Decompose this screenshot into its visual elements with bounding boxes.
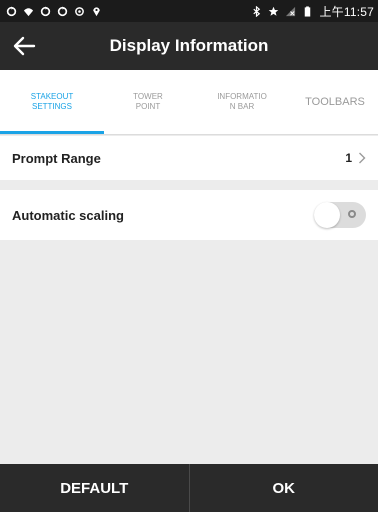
wifi-icon <box>23 7 34 16</box>
battery-icon <box>305 5 311 17</box>
default-button[interactable]: DEFAULT <box>0 464 189 512</box>
prompt-range-row[interactable]: Prompt Range 1 <box>0 136 378 180</box>
status-left-icons <box>6 5 102 17</box>
sync-icon <box>57 5 68 16</box>
prompt-range-value: 1 <box>345 151 352 165</box>
sync-icon <box>40 5 51 16</box>
sync-icon <box>6 5 17 16</box>
status-clock: 上午11:57 <box>319 4 374 19</box>
active-tab-indicator <box>0 131 104 134</box>
tab-label: TOWER POINT <box>133 92 163 111</box>
automatic-scaling-label: Automatic scaling <box>12 207 124 223</box>
tab-bar: STAKEOUT SETTINGS TOWER POINT INFORMATIO… <box>0 70 378 135</box>
tab-stakeout-settings[interactable]: STAKEOUT SETTINGS <box>0 70 104 134</box>
status-right-icons: 上午11:57 <box>251 3 374 20</box>
tab-information-bar[interactable]: INFORMATIO N BAR <box>192 70 292 134</box>
ok-button[interactable]: OK <box>190 464 378 512</box>
signal-off-icon <box>286 6 296 16</box>
star-icon <box>269 6 279 16</box>
chevron-right-icon <box>359 152 366 164</box>
prompt-range-label: Prompt Range <box>12 150 101 166</box>
app-bar: Display Information <box>0 22 378 70</box>
toggle-knob <box>314 202 340 228</box>
toggle-off-icon <box>348 210 356 218</box>
status-bar: 上午11:57 <box>0 0 378 22</box>
tab-label: STAKEOUT SETTINGS <box>30 92 74 111</box>
automatic-scaling-row: Automatic scaling <box>0 190 378 240</box>
arrow-left-icon[interactable] <box>8 30 40 62</box>
bottom-action-bar: DEFAULT OK <box>0 464 378 512</box>
tab-tower-point[interactable]: TOWER POINT <box>104 70 192 134</box>
settings-icon <box>75 6 84 16</box>
automatic-scaling-toggle[interactable] <box>314 202 366 228</box>
tab-toolbars[interactable]: TOOLBARS <box>292 70 378 134</box>
location-icon <box>93 6 100 16</box>
page-title: Display Information <box>109 36 269 55</box>
bluetooth-icon <box>253 5 261 17</box>
tab-label: INFORMATIO N BAR <box>217 92 267 111</box>
tab-label: TOOLBARS <box>305 96 365 108</box>
